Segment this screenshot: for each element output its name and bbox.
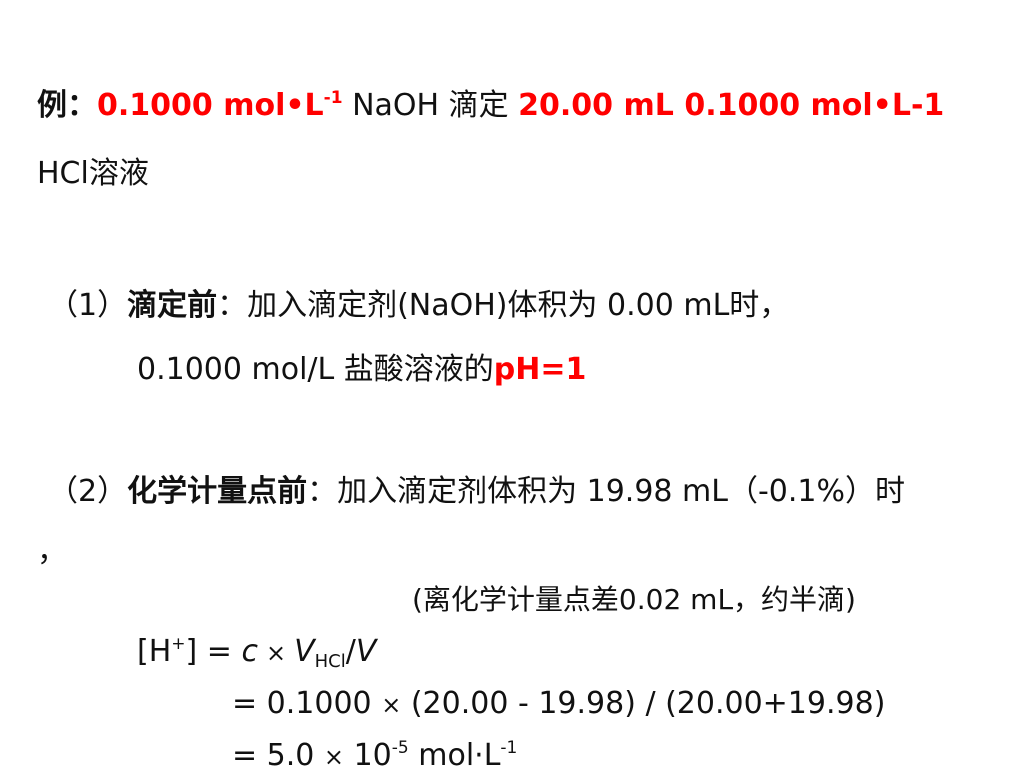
example-label: 例： xyxy=(37,88,97,123)
formula-line3-unit-exponent: -1 xyxy=(500,738,518,758)
step2-comma-line: ， xyxy=(37,534,67,570)
step1-line: （1）滴定前：加入滴定剂(NaOH)体积为 0.00 mL时， xyxy=(48,288,789,324)
formula-lhs-open: [H xyxy=(137,634,172,669)
step2-note: (离化学计量点差0.02 mL，约半滴) xyxy=(412,583,856,616)
hcl-volume-concentration: 20.00 mL 0.1000 mol•L-1 xyxy=(518,88,945,123)
formula-v-hcl: V xyxy=(294,634,315,669)
step2-note-line: (离化学计量点差0.02 mL，约半滴) xyxy=(412,582,856,618)
step1-index: （1） xyxy=(48,288,128,323)
step1-detail-line: 0.1000 mol/L 盐酸溶液的pH=1 xyxy=(137,352,586,388)
naoh-concentration: 0.1000 mol•L xyxy=(97,88,324,123)
naoh-concentration-exponent: -1 xyxy=(323,88,343,108)
formula-times: × xyxy=(265,639,287,667)
formula-lhs-sup: + xyxy=(171,634,186,654)
step1-detail: 0.1000 mol/L 盐酸溶液的 xyxy=(137,352,494,387)
step1-description: ：加入滴定剂(NaOH)体积为 0.00 mL时， xyxy=(217,288,790,323)
formula-line-3: = 5.0 × 10-5 mol·L-1 xyxy=(232,738,517,775)
formula-lhs-close: ] xyxy=(185,634,198,669)
formula-v-total: V xyxy=(355,634,377,669)
analyte-text: HCl溶液 xyxy=(37,156,149,191)
formula-line2-value: = 0.1000 xyxy=(232,686,382,721)
formula-line-1: [H+] = c × VHCl/V xyxy=(137,634,376,671)
titrant-text: NaOH 滴定 xyxy=(342,88,519,123)
formula-line3-exponent: -5 xyxy=(391,738,409,758)
step2-index: （2） xyxy=(48,474,128,509)
step2-line: （2）化学计量点前：加入滴定剂体积为 19.98 mL（-0.1%）时 xyxy=(48,474,905,510)
formula-line-2: = 0.1000 × (20.00 - 19.98) / (20.00+19.9… xyxy=(232,686,885,723)
step1-title: 滴定前 xyxy=(127,288,218,323)
formula-c: c xyxy=(241,634,258,669)
formula-equals: = xyxy=(197,634,242,669)
step2-description: ：加入滴定剂体积为 19.98 mL（-0.1%）时 xyxy=(307,474,906,509)
formula-line2-times: × xyxy=(381,691,402,719)
step2-comma: ， xyxy=(37,534,67,569)
formula-line2-expression: (20.00 - 19.98) / (20.00+19.98) xyxy=(401,686,886,721)
step1-ph-result: pH=1 xyxy=(493,352,587,387)
analyte-line: HCl溶液 xyxy=(37,156,149,192)
formula-v-hcl-subscript: HCl xyxy=(314,651,346,672)
example-line: 例：0.1000 mol•L-1 NaOH 滴定 20.00 mL 0.1000… xyxy=(37,88,944,124)
step2-title: 化学计量点前 xyxy=(127,474,308,509)
formula-slash: / xyxy=(345,634,356,669)
formula-line3-times: × xyxy=(323,743,345,771)
